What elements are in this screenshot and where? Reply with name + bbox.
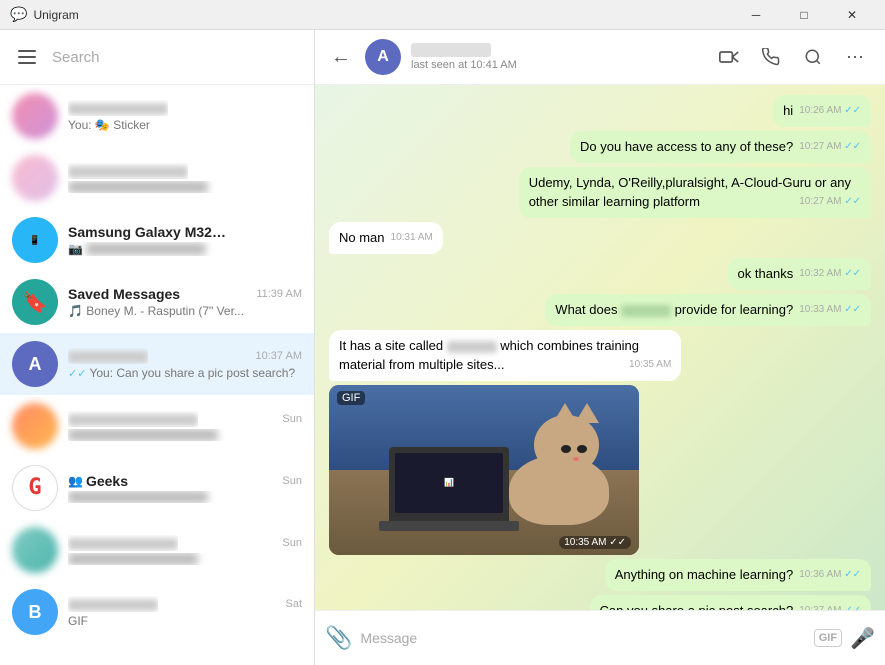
chat-list: You: 🎭 Sticker (0, 85, 314, 665)
app-title: Unigram (33, 8, 78, 22)
message-input-bar: 📎 GIF 🎤 (315, 610, 885, 665)
list-item[interactable]: 📱 Samsung Galaxy M32 with 90Hz... 📷 (0, 209, 314, 271)
message-row: Anything on machine learning? 10:36 AM ✓… (329, 559, 871, 591)
message-row: Can you share a pic post search? 10:37 A… (329, 595, 871, 610)
app-icon: 💬 (10, 6, 27, 23)
avatar (12, 93, 58, 139)
message-bubble: Udemy, Lynda, O'Reilly,pluralsight, A-Cl… (519, 167, 871, 217)
avatar: A (12, 341, 58, 387)
message-bubble: It has a site called which combines trai… (329, 330, 681, 380)
sidebar: You: 🎭 Sticker (0, 30, 315, 665)
message-row: It has a site called which combines trai… (329, 330, 871, 380)
message-row: Udemy, Lynda, O'Reilly,pluralsight, A-Cl… (329, 167, 871, 217)
message-bubble: What does provide for learning? 10:33 AM… (545, 294, 871, 326)
hamburger-menu[interactable] (12, 42, 42, 72)
list-item[interactable]: You: 🎭 Sticker (0, 85, 314, 147)
chat-info: 👥 Geeks Sun (68, 473, 302, 503)
chat-header: ← A last seen at 10:41 AM (315, 30, 885, 85)
avatar: B (12, 589, 58, 635)
video-call-button[interactable] (711, 39, 747, 75)
sidebar-header (0, 30, 314, 85)
list-item[interactable] (0, 147, 314, 209)
chat-info: You: 🎭 Sticker (68, 100, 302, 132)
gif-label: GIF (337, 391, 365, 405)
close-button[interactable]: ✕ (829, 0, 875, 30)
avatar (12, 155, 58, 201)
message-bubble: Can you share a pic post search? 10:37 A… (590, 595, 871, 610)
microphone-button[interactable]: 🎤 (850, 626, 875, 651)
message-row: 📊 GIF (329, 385, 871, 555)
chat-info: Sat GIF (68, 596, 302, 628)
list-item[interactable]: 🔖 Saved Messages 11:39 AM 🎵 Boney M. - R… (0, 271, 314, 333)
avatar (12, 527, 58, 573)
message-input[interactable] (360, 620, 805, 656)
avatar: 📱 (12, 217, 58, 263)
chat-info: Saved Messages 11:39 AM 🎵 Boney M. - Ras… (68, 286, 302, 318)
chat-info: 10:37 AM ✓✓ You: Can you share a pic pos… (68, 348, 302, 380)
message-bubble: ok thanks 10:32 AM ✓✓ (728, 258, 871, 290)
gif-message[interactable]: 📊 GIF (329, 385, 639, 555)
list-item[interactable]: B Sat GIF (0, 581, 314, 643)
message-bubble: No man 10:31 AM (329, 222, 443, 254)
hamburger-line-1 (18, 50, 36, 52)
hamburger-line-2 (18, 56, 36, 58)
message-bubble: Anything on machine learning? 10:36 AM ✓… (605, 559, 871, 591)
chat-main: ← A last seen at 10:41 AM (315, 30, 885, 665)
search-input[interactable] (52, 40, 302, 74)
title-bar: 💬 Unigram ─ □ ✕ (0, 0, 885, 30)
chat-info: Sun (68, 535, 302, 565)
minimize-button[interactable]: ─ (733, 0, 779, 30)
avatar: 🔖 (12, 279, 58, 325)
message-bubble: hi 10:26 AM ✓✓ (773, 95, 871, 127)
message-row: No man 10:31 AM (329, 222, 871, 254)
contact-status: last seen at 10:41 AM (411, 59, 701, 71)
message-bubble: Do you have access to any of these? 10:2… (570, 131, 871, 163)
search-button[interactable] (795, 39, 831, 75)
header-actions: ⋯ (711, 39, 873, 75)
chat-info: Sun (68, 411, 302, 441)
message-row: ok thanks 10:32 AM ✓✓ (329, 258, 871, 290)
header-info: last seen at 10:41 AM (411, 43, 701, 71)
list-item[interactable]: G 👥 Geeks Sun (0, 457, 314, 519)
list-item[interactable]: Sun (0, 395, 314, 457)
hamburger-line-3 (18, 62, 36, 64)
more-options-button[interactable]: ⋯ (837, 39, 873, 75)
contact-name (411, 43, 491, 57)
messages-area: hi 10:26 AM ✓✓ Do you have access to any… (315, 85, 885, 610)
window-controls: ─ □ ✕ (733, 0, 875, 30)
gif-button[interactable]: GIF (814, 629, 842, 647)
list-item[interactable]: A 10:37 AM ✓✓ You: Can you share a pic p… (0, 333, 314, 395)
voice-call-button[interactable] (753, 39, 789, 75)
avatar: G (12, 465, 58, 511)
message-row: hi 10:26 AM ✓✓ (329, 95, 871, 127)
chat-info: Samsung Galaxy M32 with 90Hz... 📷 (68, 224, 302, 256)
attach-button[interactable]: 📎 (325, 625, 352, 651)
message-row: Do you have access to any of these? 10:2… (329, 131, 871, 163)
chat-info (68, 163, 302, 193)
list-item[interactable]: Sun (0, 519, 314, 581)
avatar (12, 403, 58, 449)
app-body: You: 🎭 Sticker (0, 30, 885, 665)
back-button[interactable]: ← (327, 42, 355, 73)
gif-time: 10:35 AM ✓✓ (559, 536, 631, 549)
message-row: What does provide for learning? 10:33 AM… (329, 294, 871, 326)
maximize-button[interactable]: □ (781, 0, 827, 30)
header-avatar: A (365, 39, 401, 75)
